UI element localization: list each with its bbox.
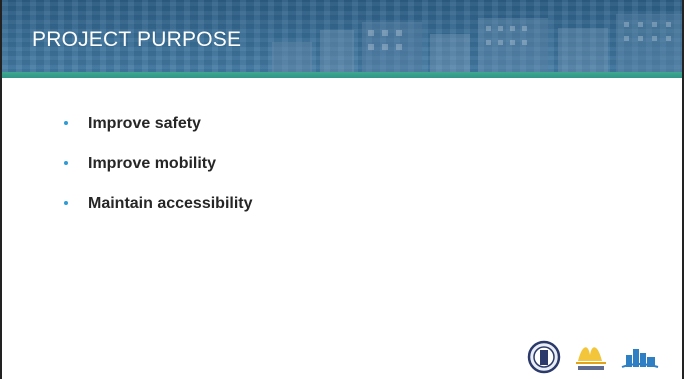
partner-logos [527, 340, 659, 374]
header-accent-band [2, 72, 682, 78]
skyline-logo [621, 349, 659, 368]
bullet-text: Improve mobility [88, 155, 217, 172]
bullet-item-improve-mobility: Improve mobility [64, 155, 253, 195]
bullet-item-maintain-accessibility: Maintain accessibility [64, 195, 253, 235]
bullet-dot-icon [64, 161, 68, 165]
indot-seal-logo [527, 340, 561, 374]
header-banner: PROJECT PURPOSE [2, 0, 682, 78]
bullet-text: Improve safety [88, 115, 201, 132]
bullet-dot-icon [64, 201, 68, 205]
westlake-city-logo [576, 347, 606, 370]
slide-title: PROJECT PURPOSE [32, 28, 242, 51]
bullet-text: Maintain accessibility [88, 195, 253, 212]
bullet-list: Improve safety Improve mobility Maintain… [64, 115, 253, 235]
slide: PROJECT PURPOSE Improve safety Improve m… [0, 0, 684, 379]
bullet-dot-icon [64, 121, 68, 125]
bullet-item-improve-safety: Improve safety [64, 115, 253, 155]
